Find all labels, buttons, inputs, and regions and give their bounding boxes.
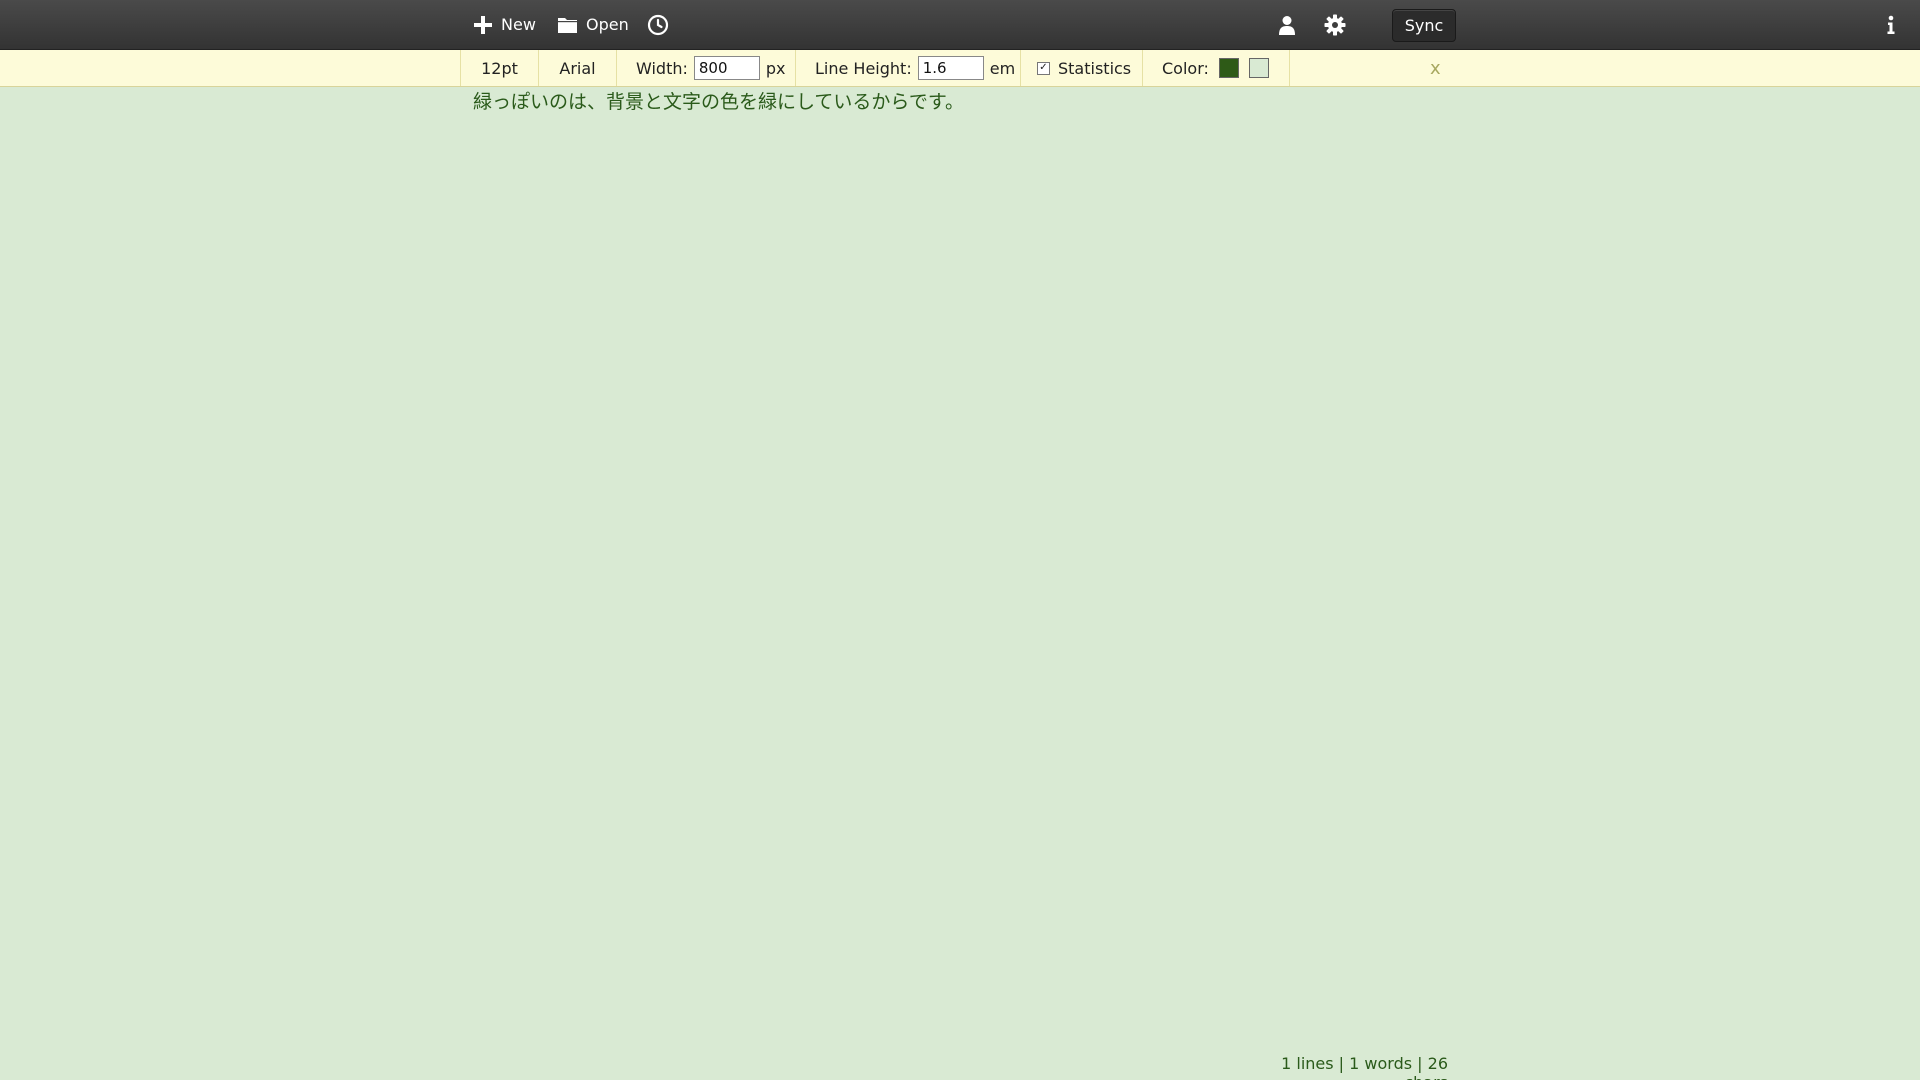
clock-icon xyxy=(647,14,669,36)
color-setting: Color: xyxy=(1142,50,1290,86)
plus-icon xyxy=(473,15,493,35)
line-height-input[interactable] xyxy=(917,56,984,80)
font-size-value: 12pt xyxy=(481,58,518,78)
line-height-unit: em xyxy=(989,58,1016,78)
statistics-checkbox[interactable]: ✓ xyxy=(1037,61,1050,75)
top-toolbar: New Open Sync xyxy=(0,0,1920,50)
statistics-label: Statistics xyxy=(1058,58,1132,78)
sync-button[interactable]: Sync xyxy=(1392,9,1456,42)
width-label: Width: xyxy=(636,58,688,78)
close-settings-button[interactable]: x xyxy=(1430,50,1441,86)
color-label: Color: xyxy=(1162,58,1209,78)
new-button[interactable]: New xyxy=(473,0,536,49)
width-unit: px xyxy=(765,58,786,78)
settings-bar: 12pt Arial Width: px Line Height: em ✓ S… xyxy=(0,50,1920,87)
width-input[interactable] xyxy=(693,56,760,80)
statistics-toggle[interactable]: ✓ Statistics xyxy=(1020,50,1142,86)
font-family-selector[interactable]: Arial xyxy=(538,50,616,86)
settings-button[interactable] xyxy=(1324,0,1346,49)
folder-icon xyxy=(557,15,578,34)
gear-icon xyxy=(1324,14,1346,36)
font-family-value: Arial xyxy=(559,58,596,78)
font-size-selector[interactable]: 12pt xyxy=(460,50,538,86)
info-icon xyxy=(1886,15,1896,35)
history-button[interactable] xyxy=(647,0,669,49)
open-button-label: Open xyxy=(586,15,629,34)
width-setting: Width: px xyxy=(616,50,795,86)
new-button-label: New xyxy=(501,15,536,34)
statistics-readout: 1 lines | 1 words | 26 chars xyxy=(1281,1054,1448,1080)
user-button[interactable] xyxy=(1278,0,1296,49)
text-color-swatch[interactable] xyxy=(1218,58,1239,78)
open-button[interactable]: Open xyxy=(557,0,629,49)
background-color-swatch[interactable] xyxy=(1248,58,1269,78)
user-icon xyxy=(1278,15,1296,35)
editor-text-area[interactable]: 緑っぽいのは、背景と文字の色を緑にしているからです。 xyxy=(473,88,1453,116)
info-button[interactable] xyxy=(1886,0,1896,49)
line-height-setting: Line Height: em xyxy=(795,50,1020,86)
line-height-label: Line Height: xyxy=(815,58,912,78)
